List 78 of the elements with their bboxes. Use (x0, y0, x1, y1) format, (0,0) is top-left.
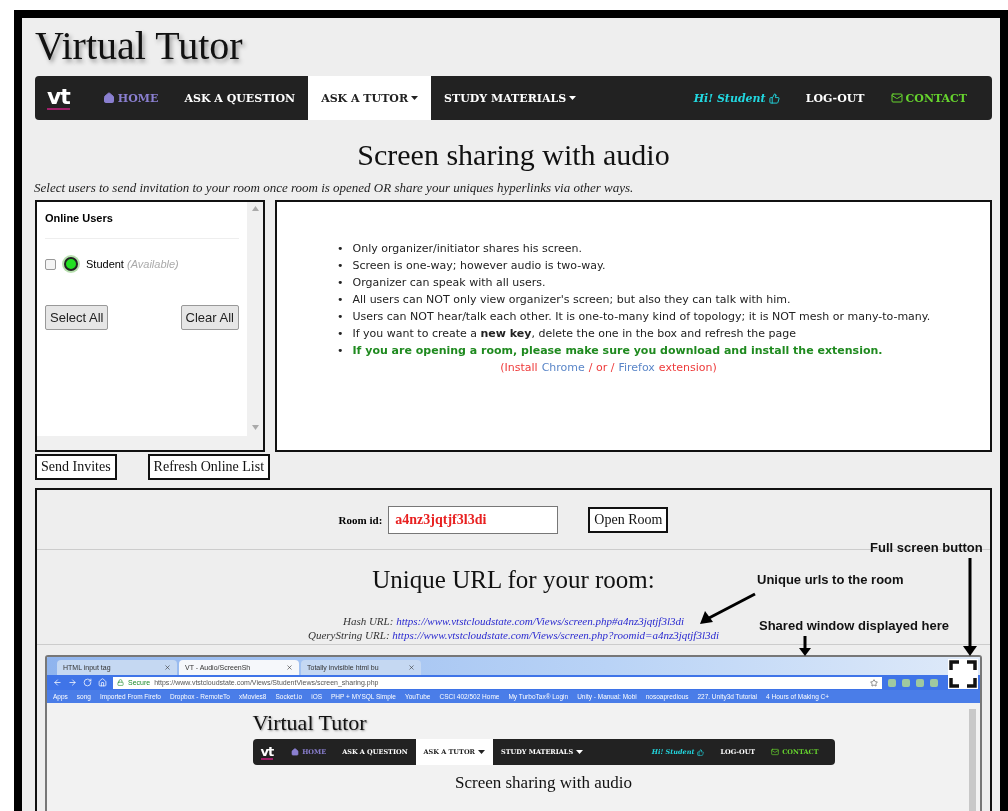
site-logo[interactable]: vt (260, 744, 274, 760)
url-label: Hash URL: (342, 615, 394, 627)
site-logo[interactable]: vt (47, 86, 70, 110)
room-url-link[interactable]: https://www.vtstcloudstate.com/Views/screen.php?roomid=a4nz3jqtjf3l3di (392, 629, 719, 641)
list-bullet: • (337, 309, 344, 325)
extension-link[interactable]: Firefox (618, 359, 655, 376)
user-name: Student (Available) (86, 258, 179, 270)
room-url-link[interactable]: https://www.vtstcloudstate.com/Views/screen.php#a4nz3jqtjf3l3di (396, 615, 685, 627)
scrollbar[interactable] (247, 202, 263, 450)
url-label: QueryString URL: (307, 629, 390, 641)
close-icon[interactable] (286, 664, 293, 671)
extension-link[interactable]: Chrome (541, 359, 585, 376)
page-heading: Screen sharing with audio (356, 138, 671, 172)
scrollbar[interactable] (969, 709, 976, 811)
annotation-text: Full screen button (870, 540, 983, 555)
thumbs-up-icon (768, 92, 780, 104)
list-bullet: • (337, 343, 344, 359)
caret-icon (477, 750, 485, 755)
info-item: If you are opening a room, please make sure you download and install the extension. (352, 343, 883, 359)
install-text: extension) (658, 360, 717, 376)
reload-icon[interactable] (83, 678, 92, 687)
scroll-up-icon[interactable] (251, 206, 259, 211)
action-button[interactable]: Refresh Online List (147, 454, 271, 480)
annotation-text: Unique urls to the room (757, 572, 904, 587)
thumbs-up-icon (697, 748, 705, 756)
list-bullet: • (337, 241, 344, 257)
info-item: Screen is one-way; however audio is two-way. (352, 258, 606, 274)
room-id-field[interactable]: a4nz3jqtjf3l3di (388, 505, 559, 534)
info-item: If you want to create a new key, delete the one in the box and refresh the page (352, 326, 796, 342)
caret-icon (569, 96, 577, 100)
room-id-label: Room id: (338, 513, 383, 526)
annotation-text: Shared window displayed here (759, 618, 949, 633)
scrollbar[interactable] (37, 436, 247, 450)
panel-title: Online Users (45, 212, 239, 239)
site-title: Virtual Tutor (35, 24, 243, 68)
nav-link[interactable]: STUDY MATERIALS (431, 76, 590, 120)
back-icon[interactable] (53, 678, 62, 687)
instructions-text: Select users to send invitation to your room once room is opened OR share your uniques hyperlinks via other ways. (34, 180, 635, 196)
arrow (700, 592, 756, 624)
fullscreen-icon[interactable] (948, 659, 978, 689)
section-heading: Unique URL for your room: (372, 566, 655, 594)
scroll-down-icon[interactable] (251, 425, 259, 430)
lock-icon (117, 679, 124, 686)
install-text: / or / (588, 360, 615, 376)
list-bullet: • (337, 326, 344, 342)
open-room-button[interactable]: Open Room (588, 506, 669, 533)
page-heading: Screen sharing with audio (453, 773, 633, 794)
home-icon (291, 748, 300, 757)
info-item: Organizer can speak with all users. (352, 275, 546, 291)
nav-link[interactable]: HOME (89, 76, 172, 120)
nav-link[interactable]: LOG-OUT (792, 76, 878, 120)
close-icon[interactable] (164, 664, 171, 671)
envelope-icon (890, 92, 903, 104)
star-icon[interactable] (870, 678, 878, 687)
site-title: Virtual Tutor (252, 711, 367, 736)
nav-link[interactable]: CONTACT (877, 76, 980, 120)
list-bullet: • (337, 292, 344, 308)
list-bullet: • (337, 258, 344, 274)
install-text: (Install (500, 360, 538, 376)
info-item: Only organizer/initiator shares his screen. (352, 241, 583, 257)
panel-button[interactable]: Clear All (180, 305, 239, 330)
user-checkbox[interactable] (45, 258, 56, 270)
nav-link[interactable]: ASK A TUTOR (308, 76, 432, 120)
info-item: All users can NOT only view organizer's screen; but also they can talk with him. (352, 292, 791, 308)
envelope-icon (771, 748, 780, 757)
caret-icon (411, 96, 419, 100)
forward-icon[interactable] (68, 678, 77, 687)
home-icon (102, 92, 115, 104)
nav-link[interactable]: Hi! Student (680, 76, 793, 120)
panel-button[interactable]: Select All (45, 305, 109, 330)
info-item: Users can NOT hear/talk each other. It is one-to-many kind of topology; it is NOT mesh or many-to-many. (352, 309, 931, 325)
arrow (799, 636, 811, 656)
close-icon[interactable] (408, 664, 415, 671)
nav-link[interactable]: ASK A QUESTION (171, 76, 309, 120)
action-button[interactable]: Send Invites (35, 454, 117, 480)
list-bullet: • (337, 275, 344, 291)
caret-icon (576, 750, 584, 755)
home-icon[interactable] (98, 678, 107, 687)
